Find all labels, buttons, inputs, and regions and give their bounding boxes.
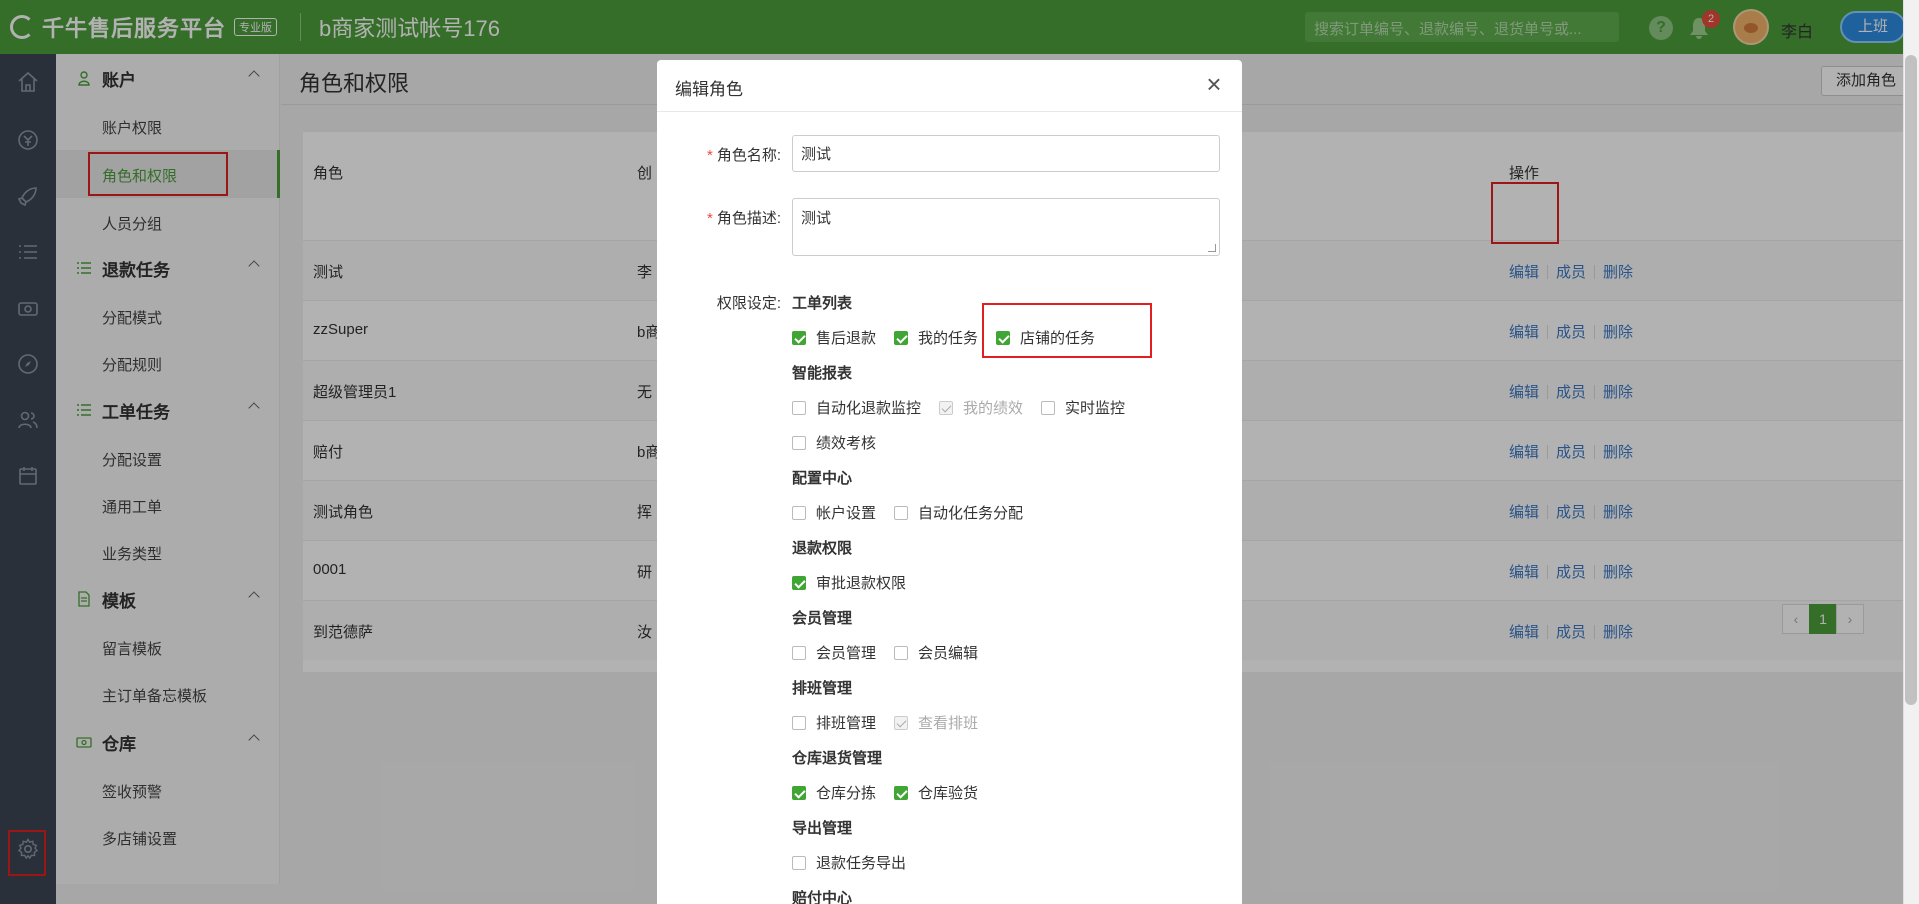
checkbox-account-settings[interactable]: 帐户设置: [792, 502, 876, 523]
checkbox-unchecked-icon: [1041, 400, 1056, 415]
checkbox-label: 自动化任务分配: [918, 505, 1024, 522]
shop-tasks-highlight: [982, 303, 1152, 358]
role-name-label: * 角色名称:: [671, 144, 781, 165]
checkbox-label: 排班管理: [816, 715, 877, 732]
section-title: 退款权限: [792, 540, 853, 557]
checkbox-label: 会员编辑: [918, 645, 979, 662]
checkbox-performance-review[interactable]: 绩效考核: [792, 432, 876, 453]
checkbox-label: 自动化退款监控: [816, 400, 922, 417]
required-mark: *: [706, 147, 713, 164]
checkbox-unchecked-icon: [894, 645, 909, 660]
checkbox-checked-icon: [792, 330, 806, 345]
scrollbar-thumb[interactable]: [1905, 55, 1917, 705]
checkbox-unchecked-icon: [792, 715, 806, 730]
checkbox-approve-refund[interactable]: 审批退款权限: [792, 572, 906, 593]
checkbox-unchecked-icon: [792, 645, 806, 660]
checkbox-label: 审批退款权限: [816, 575, 907, 592]
required-mark: *: [706, 210, 713, 227]
checkbox-label: 售后退款: [816, 330, 877, 347]
permission-label: 权限设定:: [716, 295, 781, 312]
checkbox-label: 仓库验货: [918, 785, 979, 802]
checkbox-warehouse-inspect[interactable]: 仓库验货: [894, 782, 978, 803]
checkbox-checked-icon: [894, 330, 909, 345]
checkbox-label: 会员管理: [816, 645, 877, 662]
checkbox-disabled-icon: [894, 715, 909, 730]
checkbox-auto-refund-monitor[interactable]: 自动化退款监控: [792, 397, 921, 418]
role-desc-value: 测试: [801, 210, 832, 227]
section-title: 排班管理: [792, 680, 853, 697]
checkbox-realtime-monitor[interactable]: 实时监控: [1041, 397, 1125, 418]
section-title: 赔付中心: [792, 890, 853, 904]
section-title: 仓库退货管理: [792, 750, 883, 767]
checkbox-warehouse-sort[interactable]: 仓库分拣: [792, 782, 876, 803]
checkbox-disabled-icon: [939, 400, 954, 415]
checkbox-label: 帐户设置: [816, 505, 877, 522]
resize-handle[interactable]: [1208, 244, 1216, 252]
checkbox-row: 帐户设置 自动化任务分配: [792, 502, 1041, 523]
checkbox-checked-icon: [894, 785, 909, 800]
checkbox-unchecked-icon: [792, 400, 806, 415]
role-desc-label: * 角色描述:: [671, 207, 781, 228]
checkbox-unchecked-icon: [894, 505, 909, 520]
checkbox-row: 审批退款权限: [792, 572, 924, 593]
checkbox-refund-export[interactable]: 退款任务导出: [792, 852, 906, 873]
checkbox-label: 我的任务: [918, 330, 979, 347]
section-title: 会员管理: [792, 610, 853, 627]
checkbox-unchecked-icon: [792, 855, 806, 870]
checkbox-checked-icon: [792, 785, 806, 800]
role-desc-textarea[interactable]: 测试: [792, 198, 1220, 256]
checkbox-label: 查看排班: [918, 715, 979, 732]
edit-role-dialog: 编辑角色 × *角色名称: *角色描述: 测试 权限设定: 工单列表 售后退款 …: [657, 60, 1242, 904]
checkbox-after-sale-refund[interactable]: 售后退款: [792, 327, 876, 348]
checkbox-row: 绩效考核: [792, 432, 894, 453]
dialog-title: 编辑角色: [675, 80, 743, 99]
checkbox-my-tasks[interactable]: 我的任务: [894, 327, 978, 348]
role-name-label-text: 角色名称:: [716, 147, 781, 164]
checkbox-member-edit[interactable]: 会员编辑: [894, 642, 978, 663]
checkbox-label: 绩效考核: [816, 435, 877, 452]
close-icon[interactable]: ×: [1202, 71, 1226, 97]
checkbox-my-performance: 我的绩效: [939, 397, 1023, 418]
checkbox-member-manage[interactable]: 会员管理: [792, 642, 876, 663]
checkbox-row: 排班管理 查看排班: [792, 712, 996, 733]
checkbox-row: 自动化退款监控 我的绩效 实时监控: [792, 397, 1143, 418]
checkbox-label: 仓库分拣: [816, 785, 877, 802]
section-title: 配置中心: [792, 470, 853, 487]
checkbox-row: 退款任务导出: [792, 852, 924, 873]
checkbox-unchecked-icon: [792, 505, 806, 520]
section-title: 导出管理: [792, 820, 853, 837]
checkbox-label: 我的绩效: [963, 400, 1024, 417]
checkbox-schedule-manage[interactable]: 排班管理: [792, 712, 876, 733]
checkbox-row: 会员管理 会员编辑: [792, 642, 996, 663]
checkbox-label: 实时监控: [1065, 400, 1126, 417]
checkbox-view-schedule: 查看排班: [894, 712, 978, 733]
section-title: 工单列表: [792, 295, 853, 312]
checkbox-auto-task-assign[interactable]: 自动化任务分配: [894, 502, 1023, 523]
role-desc-label-text: 角色描述:: [716, 210, 781, 227]
checkbox-checked-icon: [792, 575, 806, 590]
checkbox-label: 退款任务导出: [816, 855, 907, 872]
checkbox-unchecked-icon: [792, 435, 806, 450]
section-title: 智能报表: [792, 365, 853, 382]
checkbox-row: 仓库分拣 仓库验货: [792, 782, 996, 803]
role-name-input[interactable]: [792, 135, 1220, 172]
dialog-header: 编辑角色 ×: [657, 60, 1242, 112]
